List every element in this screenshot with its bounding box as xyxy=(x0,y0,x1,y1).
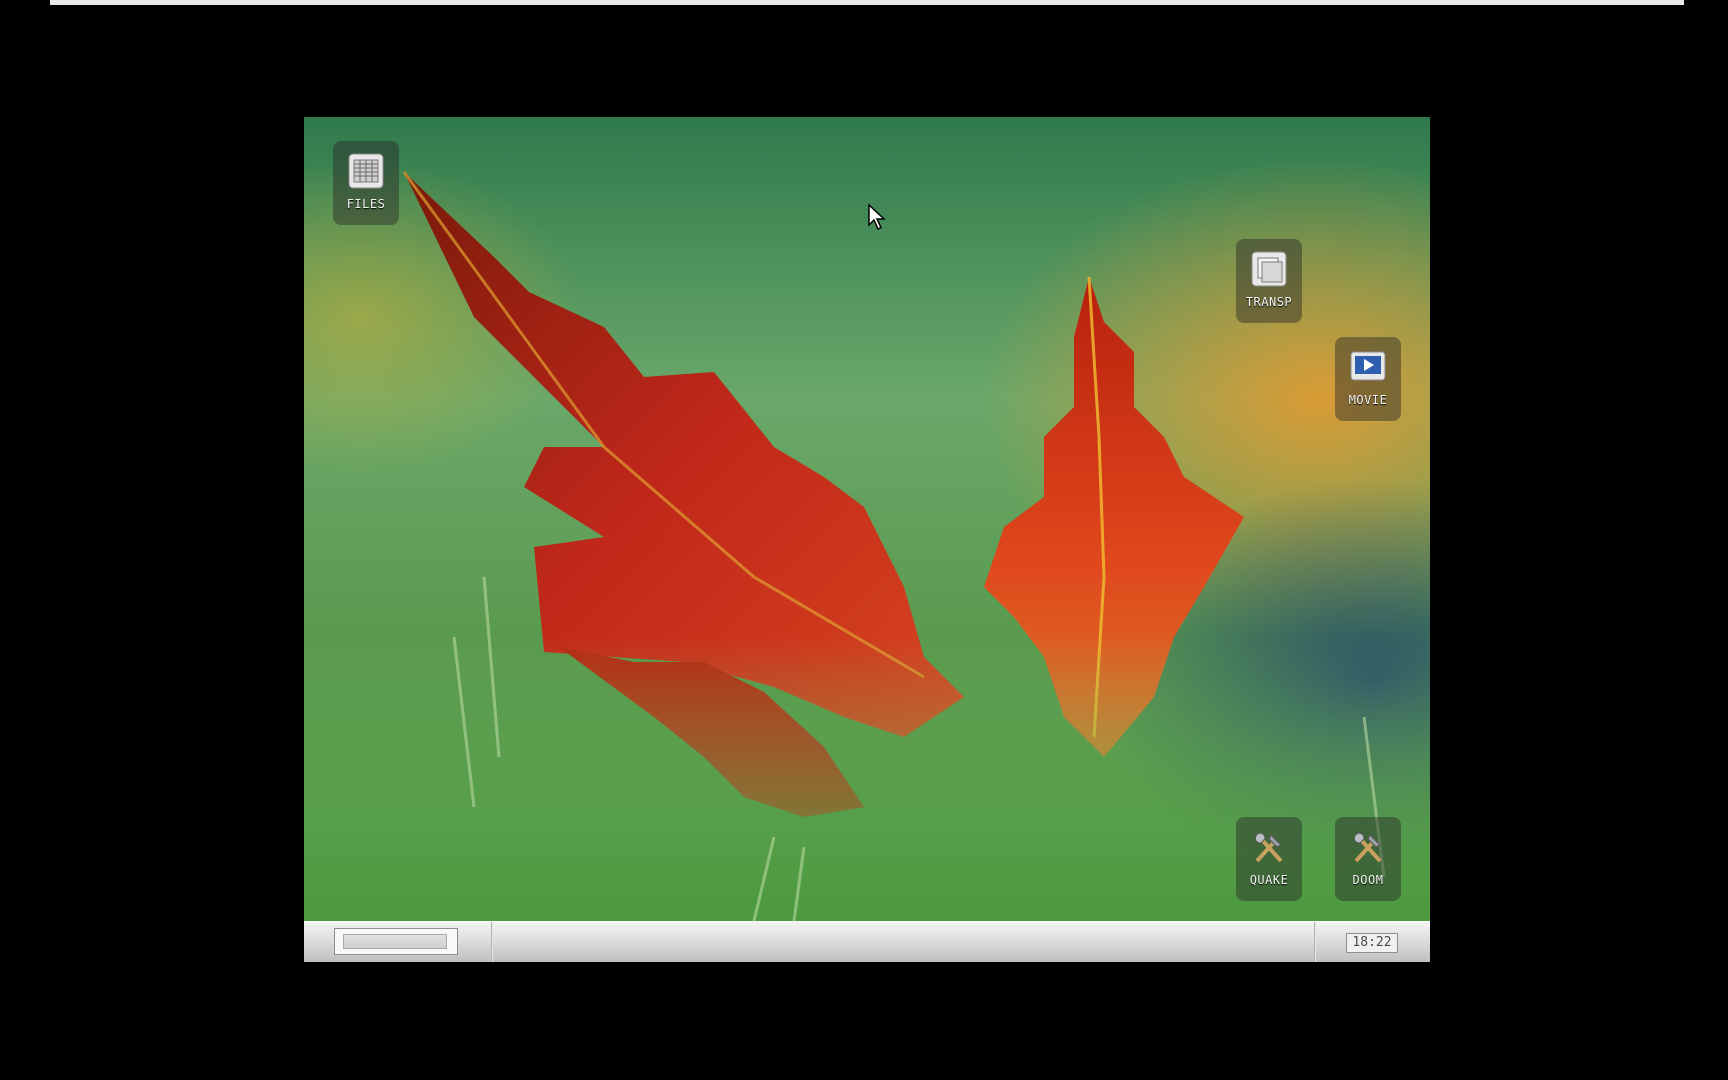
top-bar xyxy=(50,0,1684,5)
icon-label-doom: DOOM xyxy=(1352,873,1384,887)
icon-label-quake: QUAKE xyxy=(1249,873,1289,887)
tools-icon xyxy=(1249,827,1289,867)
icon-label-transp: TRANSP xyxy=(1245,295,1293,309)
desktop-icon-quake[interactable]: QUAKE xyxy=(1236,817,1302,901)
desktop-icon-movie[interactable]: MOVIE xyxy=(1335,337,1401,421)
taskbar-divider xyxy=(1314,922,1316,962)
tools-icon xyxy=(1348,827,1388,867)
taskbar-divider xyxy=(491,922,493,962)
transparency-icon xyxy=(1249,249,1289,289)
taskbar-clock: 18:22 xyxy=(1346,933,1398,953)
taskbar: 18:22 xyxy=(304,921,1430,962)
desktop-icon-doom[interactable]: DOOM xyxy=(1335,817,1401,901)
desktop-icon-files[interactable]: FILES xyxy=(333,141,399,225)
wallpaper-image xyxy=(304,117,1430,921)
icon-label-files: FILES xyxy=(346,197,386,211)
desktop-icon-transp[interactable]: TRANSP xyxy=(1236,239,1302,323)
movie-icon xyxy=(1348,347,1388,387)
files-icon xyxy=(346,151,386,191)
desktop-screen: FILES TRANSP MOVIE QUAKE DOOM 18:22 xyxy=(304,117,1430,962)
start-button[interactable] xyxy=(334,928,458,955)
mouse-cursor-icon xyxy=(868,203,886,231)
icon-label-movie: MOVIE xyxy=(1348,393,1388,407)
start-button-face xyxy=(343,934,447,949)
